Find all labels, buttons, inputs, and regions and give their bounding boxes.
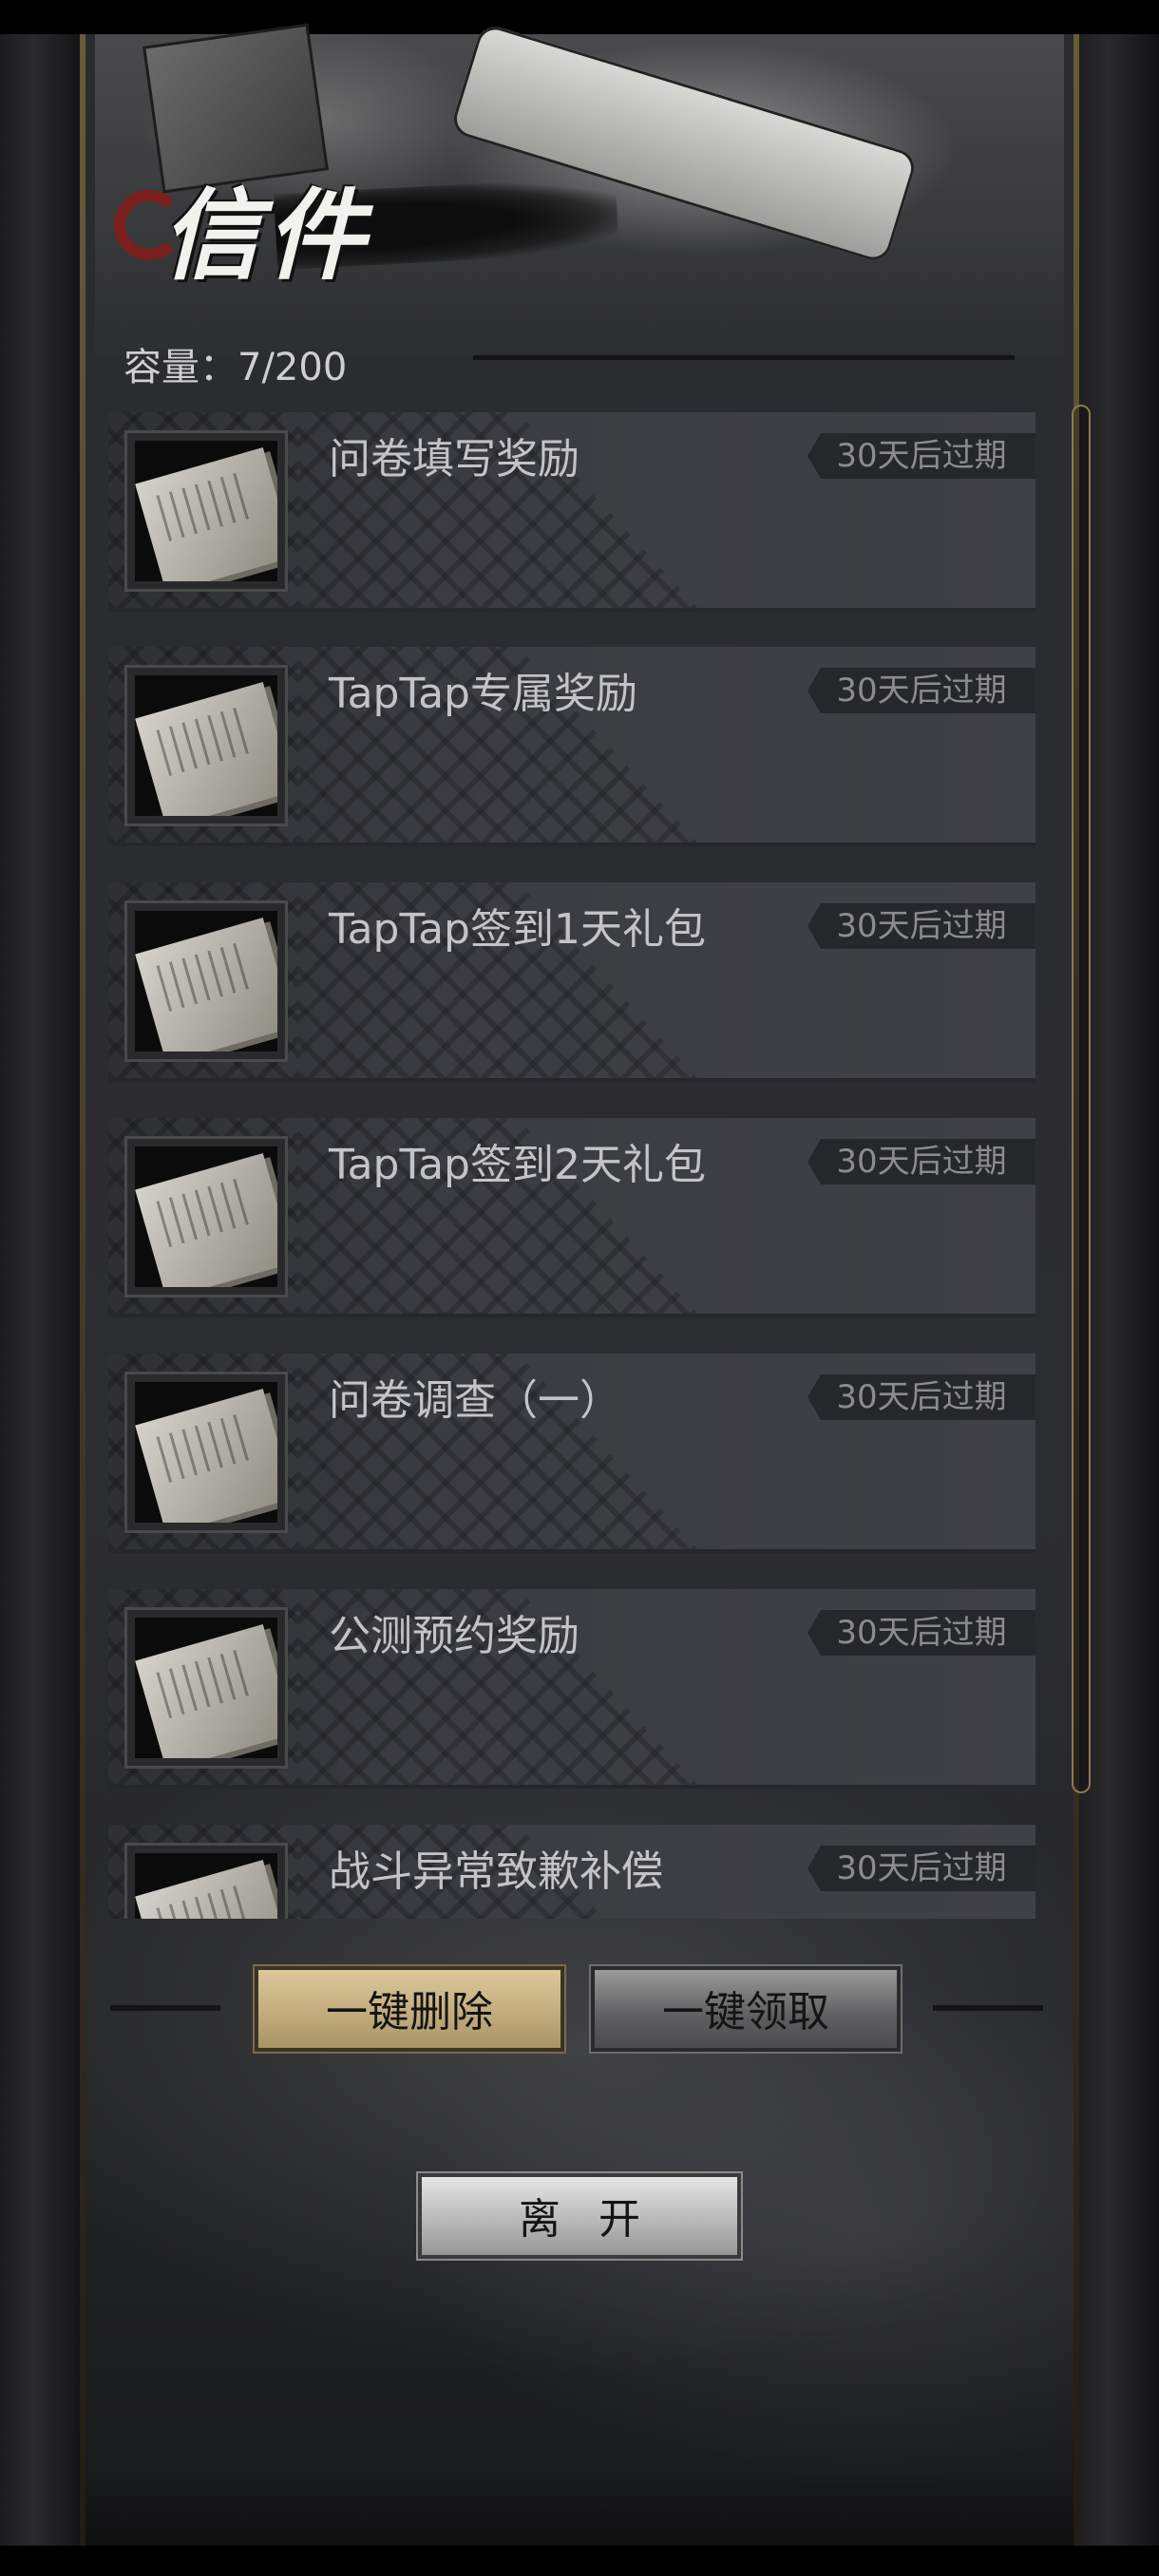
- mail-title: TapTap专属奖励: [329, 670, 637, 718]
- status-bar: [0, 0, 1159, 34]
- capacity-indicator: 容量：7/200: [124, 336, 347, 391]
- mail-title: 战斗异常致歉补偿: [329, 1847, 663, 1896]
- expire-badge: 30天后过期: [808, 433, 1036, 479]
- left-pillar-decoration: [0, 34, 86, 2546]
- mail-item[interactable]: 战斗异常致歉补偿 30天后过期: [108, 1825, 1036, 1919]
- letter-paper-icon: [127, 1374, 285, 1530]
- mail-list[interactable]: 问卷填写奖励 30天后过期 TapTap专属奖励 30天后过期 TapTap签到…: [108, 412, 1036, 1919]
- mail-title: 问卷调查（一）: [329, 1376, 621, 1425]
- mail-title: 问卷填写奖励: [329, 435, 580, 483]
- page-title: 信件: [162, 177, 371, 294]
- letter-paper-icon: [127, 433, 285, 589]
- letter-paper-icon: [127, 1846, 285, 1919]
- expire-badge: 30天后过期: [808, 1139, 1036, 1184]
- expire-badge: 30天后过期: [808, 668, 1036, 713]
- capacity-label: 容量：: [124, 346, 238, 389]
- book-illustration: [142, 23, 329, 194]
- expire-badge: 30天后过期: [808, 1610, 1036, 1656]
- mail-list-scrollbar[interactable]: [1072, 405, 1091, 1793]
- leave-button[interactable]: 离开: [418, 2173, 741, 2259]
- header-divider: [473, 355, 1015, 360]
- mail-item[interactable]: TapTap签到1天礼包 30天后过期: [108, 882, 1036, 1082]
- mail-title: 公测预约奖励: [329, 1612, 580, 1660]
- mail-item[interactable]: TapTap签到2天礼包 30天后过期: [108, 1118, 1036, 1317]
- delete-all-button[interactable]: 一键删除: [255, 1966, 564, 2052]
- expire-badge: 30天后过期: [808, 1374, 1036, 1420]
- expire-badge: 30天后过期: [808, 903, 1036, 949]
- navigation-bar: [0, 2546, 1159, 2576]
- claim-all-button[interactable]: 一键领取: [591, 1966, 901, 2052]
- letter-paper-icon: [127, 1139, 285, 1295]
- capacity-value: 7/200: [238, 346, 348, 389]
- mail-screen: 信件 容量：7/200 问卷填写奖励 30天后过期 TapTap专属奖励 30天…: [0, 0, 1159, 2576]
- action-bar-divider-left: [110, 2005, 220, 2011]
- letter-paper-icon: [127, 903, 285, 1059]
- letter-paper-icon: [127, 668, 285, 824]
- mail-title: TapTap签到1天礼包: [329, 905, 706, 954]
- mail-item[interactable]: TapTap专属奖励 30天后过期: [108, 647, 1036, 846]
- mail-item[interactable]: 问卷调查（一） 30天后过期: [108, 1354, 1036, 1553]
- expire-badge: 30天后过期: [808, 1846, 1036, 1891]
- mail-item[interactable]: 问卷填写奖励 30天后过期: [108, 412, 1036, 612]
- action-bar-divider-right: [933, 2005, 1043, 2011]
- letter-paper-icon: [127, 1610, 285, 1766]
- mail-item[interactable]: 公测预约奖励 30天后过期: [108, 1589, 1036, 1789]
- mail-title: TapTap签到2天礼包: [329, 1141, 706, 1189]
